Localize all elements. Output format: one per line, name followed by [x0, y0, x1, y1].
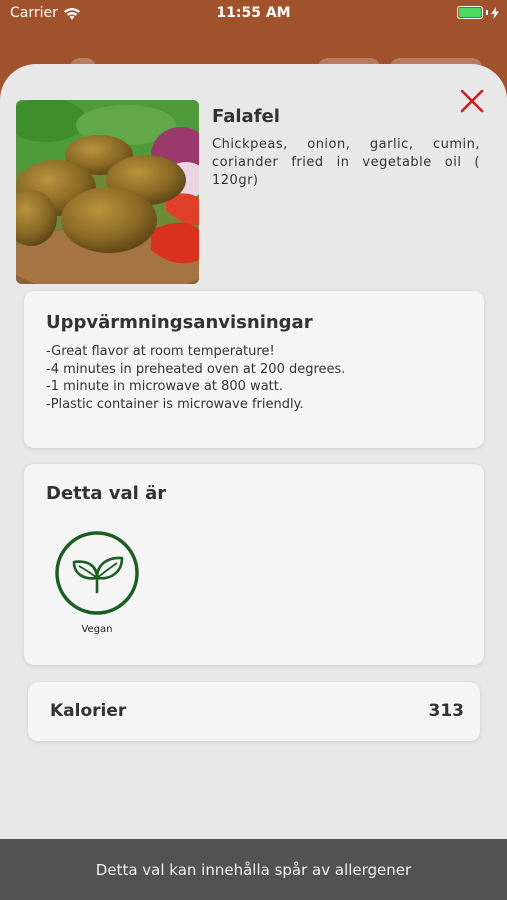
product-description: Chickpeas, onion, garlic, cumin, coriand… — [212, 137, 480, 188]
diet-title: Detta val är — [46, 483, 167, 504]
heating-instruction-line: -Great flavor at room temperature! — [46, 344, 275, 359]
product-image — [16, 100, 199, 284]
heating-instruction-line: -1 minute in microwave at 800 watt. — [46, 379, 283, 394]
battery-indicator — [457, 6, 499, 19]
heating-instruction-line: -4 minutes in preheated oven at 200 degr… — [46, 361, 346, 377]
allergen-notice-text: Detta val kan innehålla spår av allergen… — [95, 860, 412, 879]
status-time: 11:55 AM — [216, 5, 291, 21]
charging-bolt-icon — [491, 6, 499, 19]
close-icon — [460, 89, 484, 113]
calories-label: Kalorier — [50, 701, 127, 721]
product-detail-sheet: Falafel Chickpeas, onion, garlic, cumin,… — [0, 64, 507, 900]
status-bar: Carrier 11:55 AM — [0, 0, 507, 28]
close-button[interactable] — [457, 86, 487, 116]
calories-card: Kalorier 313 — [28, 682, 480, 741]
vegan-label: Vegan — [81, 624, 113, 635]
heating-instructions-list: -Great flavor at room temperature! -4 mi… — [46, 343, 345, 413]
leaf-sprout-icon — [55, 531, 139, 615]
heating-instructions-card: Uppvärmningsanvisningar -Great flavor at… — [24, 291, 484, 448]
heating-instructions-title: Uppvärmningsanvisningar — [46, 312, 313, 333]
diet-card: Detta val är Vegan — [24, 464, 484, 665]
vegan-badge: Vegan — [54, 530, 140, 635]
calories-value: 313 — [428, 701, 465, 721]
allergen-notice-bar: Detta val kan innehålla spår av allergen… — [0, 839, 507, 900]
product-name: Falafel — [212, 106, 280, 127]
heating-instruction-line: -Plastic container is microwave friendly… — [46, 396, 304, 412]
battery-icon — [457, 6, 483, 19]
